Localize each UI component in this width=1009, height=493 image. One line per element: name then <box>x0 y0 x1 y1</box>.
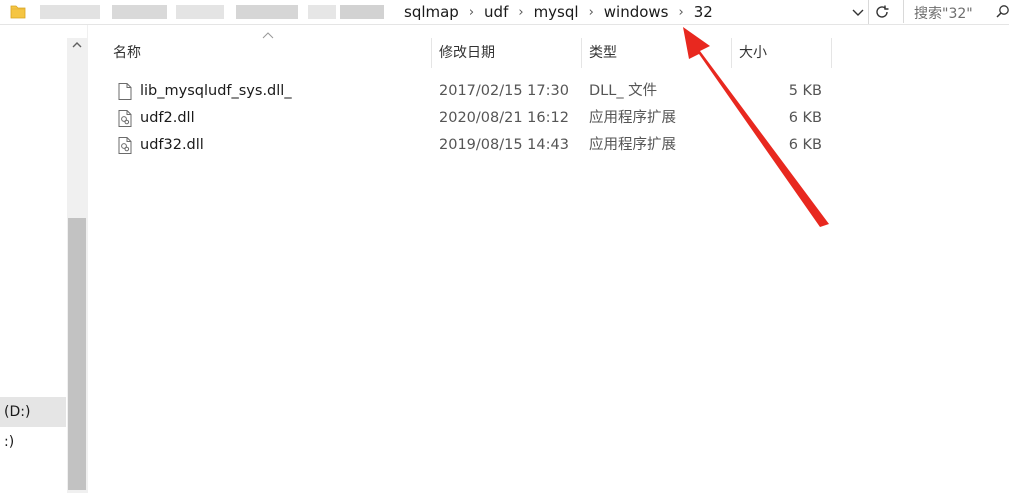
divider <box>868 0 869 24</box>
column-header-name[interactable]: 名称 <box>113 38 431 68</box>
file-row[interactable]: udf2.dll 2020/08/21 16:12 应用程序扩展 6 KB <box>110 105 830 132</box>
divider <box>0 24 1009 25</box>
breadcrumb-udf[interactable]: udf <box>476 3 516 21</box>
chevron-right-icon[interactable]: › <box>467 5 476 20</box>
file-size: 6 KB <box>788 110 822 126</box>
address-bar-row: sqlmap › udf › mysql › windows › 32 搜索"3… <box>0 0 1009 24</box>
breadcrumb-windows[interactable]: windows <box>596 3 677 21</box>
column-header-size[interactable]: 大小 <box>739 38 829 68</box>
search-input[interactable]: 搜索"32" <box>914 3 973 23</box>
file-name[interactable]: udf2.dll <box>140 105 195 132</box>
chevron-right-icon[interactable]: › <box>677 5 686 20</box>
nav-item-drive[interactable]: :) <box>0 427 66 457</box>
refresh-icon[interactable] <box>873 3 891 21</box>
blank-file-icon <box>118 83 132 100</box>
file-row[interactable]: udf32.dll 2019/08/15 14:43 应用程序扩展 6 KB <box>110 132 830 159</box>
folder-icon <box>10 5 26 19</box>
chevron-down-icon[interactable] <box>850 4 866 20</box>
vertical-scrollbar[interactable] <box>67 38 87 493</box>
divider[interactable] <box>831 38 832 68</box>
file-type: DLL_ 文件 <box>589 83 658 99</box>
nav-item-drive-d[interactable]: (D:) <box>0 397 66 427</box>
red-arrow-icon <box>683 27 829 227</box>
navigation-pane: (D:) :) <box>0 25 66 493</box>
chevron-up-icon[interactable] <box>72 41 82 49</box>
search-box[interactable]: 搜索"32" <box>903 0 1009 23</box>
divider[interactable] <box>731 38 732 68</box>
file-type: 应用程序扩展 <box>589 110 676 126</box>
file-type: 应用程序扩展 <box>589 137 676 153</box>
file-name[interactable]: lib_mysqludf_sys.dll_ <box>140 78 292 105</box>
column-header-type[interactable]: 类型 <box>589 38 729 68</box>
breadcrumb-mysql[interactable]: mysql <box>526 3 587 21</box>
breadcrumb: sqlmap › udf › mysql › windows › 32 <box>396 0 721 24</box>
file-size: 6 KB <box>788 137 822 153</box>
file-name[interactable]: udf32.dll <box>140 132 204 159</box>
divider[interactable] <box>431 38 432 68</box>
dll-file-icon <box>118 137 132 154</box>
breadcrumb-32[interactable]: 32 <box>686 3 721 21</box>
search-icon[interactable] <box>996 4 1009 18</box>
divider <box>87 25 88 493</box>
file-row[interactable]: lib_mysqludf_sys.dll_ 2017/02/15 17:30 D… <box>110 78 830 105</box>
chevron-right-icon[interactable]: › <box>587 5 596 20</box>
file-size: 5 KB <box>788 83 822 99</box>
file-date: 2020/08/21 16:12 <box>439 110 569 126</box>
chevron-right-icon[interactable]: › <box>516 5 525 20</box>
breadcrumb-sqlmap[interactable]: sqlmap <box>396 3 467 21</box>
column-header-date[interactable]: 修改日期 <box>439 38 579 68</box>
scrollbar-thumb[interactable] <box>68 218 86 490</box>
file-date: 2019/08/15 14:43 <box>439 137 569 153</box>
file-date: 2017/02/15 17:30 <box>439 83 569 99</box>
dll-file-icon <box>118 110 132 127</box>
divider[interactable] <box>581 38 582 68</box>
